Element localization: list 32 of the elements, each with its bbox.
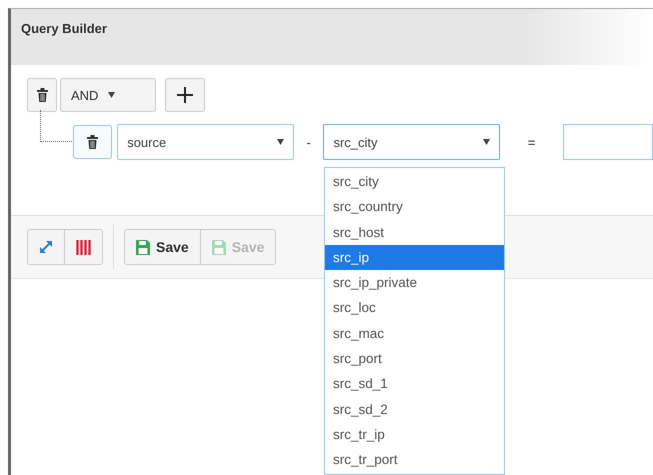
caret-icon bbox=[276, 139, 284, 145]
caret-icon bbox=[108, 92, 116, 98]
expand-arrows-icon bbox=[39, 240, 53, 254]
dropdown-option[interactable]: src_sd_1 bbox=[325, 371, 504, 397]
field-select[interactable]: source bbox=[117, 124, 294, 160]
connector-line bbox=[40, 110, 72, 142]
trash-icon bbox=[36, 88, 48, 102]
toolbar-button[interactable] bbox=[64, 230, 102, 264]
dropdown-option[interactable]: src_host bbox=[325, 220, 504, 245]
subfield-select[interactable]: src_city bbox=[323, 124, 500, 160]
dropdown-option[interactable]: src_sd_2 bbox=[325, 396, 504, 422]
operator-text: - bbox=[305, 134, 312, 150]
delete-group-button[interactable] bbox=[27, 78, 57, 112]
dropdown-option[interactable]: src_mac bbox=[325, 320, 504, 346]
columns-icon bbox=[76, 240, 91, 254]
delete-rule-button[interactable] bbox=[73, 125, 112, 159]
comparator-text: = bbox=[526, 134, 536, 150]
value-input[interactable] bbox=[563, 124, 653, 160]
dropdown-option[interactable]: src_tr_port bbox=[325, 447, 504, 473]
dropdown-option[interactable]: src_ip bbox=[325, 244, 504, 270]
caret-icon bbox=[483, 139, 490, 145]
add-rule-button[interactable] bbox=[165, 78, 205, 112]
dropdown-option[interactable]: src_country bbox=[325, 194, 504, 220]
plus-icon bbox=[177, 87, 193, 103]
trash-icon bbox=[87, 135, 98, 149]
dropdown-option[interactable]: src_loc bbox=[325, 295, 504, 321]
dropdown-option[interactable]: src_ip_private bbox=[325, 270, 504, 296]
dropdown-option[interactable]: src_tr_ip bbox=[325, 422, 504, 448]
dropdown-option[interactable]: src_city bbox=[325, 169, 504, 194]
dropdown-option[interactable]: src_port bbox=[325, 346, 504, 372]
condition-select[interactable]: AND bbox=[60, 78, 156, 112]
panel-title: Query Builder bbox=[21, 21, 107, 36]
